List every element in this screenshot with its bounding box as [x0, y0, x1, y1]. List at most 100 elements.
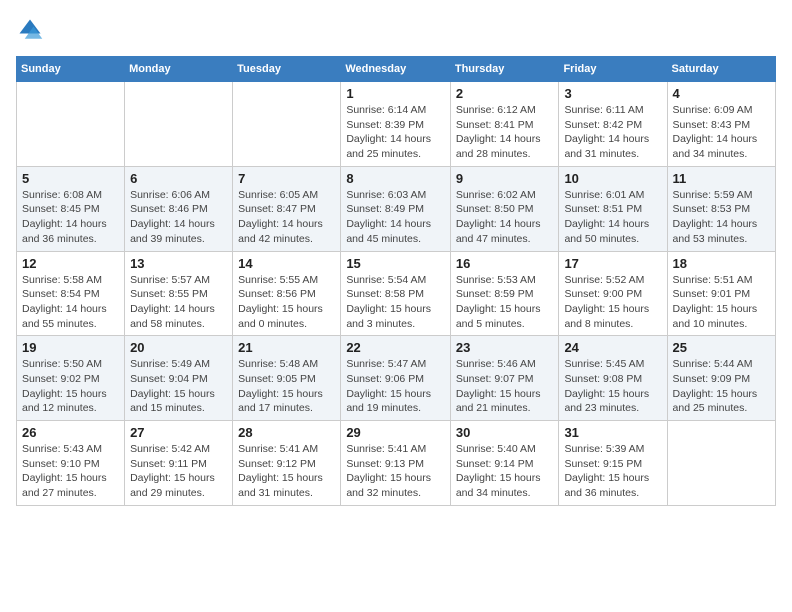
day-detail: Sunrise: 5:43 AMSunset: 9:10 PMDaylight:… — [22, 442, 119, 501]
day-detail: Sunrise: 5:45 AMSunset: 9:08 PMDaylight:… — [564, 357, 661, 416]
day-number: 8 — [346, 171, 445, 186]
day-detail: Sunrise: 5:59 AMSunset: 8:53 PMDaylight:… — [673, 188, 770, 247]
day-detail: Sunrise: 5:44 AMSunset: 9:09 PMDaylight:… — [673, 357, 770, 416]
calendar-cell: 7 Sunrise: 6:05 AMSunset: 8:47 PMDaylight… — [233, 166, 341, 251]
day-detail: Sunrise: 6:12 AMSunset: 8:41 PMDaylight:… — [456, 103, 554, 162]
calendar-cell: 26 Sunrise: 5:43 AMSunset: 9:10 PMDayligh… — [17, 421, 125, 506]
day-number: 31 — [564, 425, 661, 440]
calendar-week-2: 5Sunrise: 6:08 AMSunset: 8:45 PMDaylight… — [17, 166, 776, 251]
day-detail: Sunrise: 6:05 AMSunset: 8:47 PMDaylight:… — [238, 188, 335, 247]
calendar-cell: 17 Sunrise: 5:52 AMSunset: 9:00 PMDayligh… — [559, 251, 667, 336]
day-detail: Sunrise: 5:40 AMSunset: 9:14 PMDaylight:… — [456, 442, 554, 501]
day-detail: Sunrise: 5:39 AMSunset: 9:15 PMDaylight:… — [564, 442, 661, 501]
day-detail: Sunrise: 5:50 AMSunset: 9:02 PMDaylight:… — [22, 357, 119, 416]
calendar-cell: 11 Sunrise: 5:59 AMSunset: 8:53 PMDayligh… — [667, 166, 775, 251]
day-number: 23 — [456, 340, 554, 355]
day-detail: Sunrise: 5:42 AMSunset: 9:11 PMDaylight:… — [130, 442, 227, 501]
day-detail: Sunrise: 6:11 AMSunset: 8:42 PMDaylight:… — [564, 103, 661, 162]
day-number: 16 — [456, 256, 554, 271]
calendar-cell: 22 Sunrise: 5:47 AMSunset: 9:06 PMDayligh… — [341, 336, 451, 421]
day-detail: Sunrise: 5:41 AMSunset: 9:12 PMDaylight:… — [238, 442, 335, 501]
day-detail: Sunrise: 5:53 AMSunset: 8:59 PMDaylight:… — [456, 273, 554, 332]
calendar-cell: 2 Sunrise: 6:12 AMSunset: 8:41 PMDaylight… — [450, 82, 559, 167]
day-number: 25 — [673, 340, 770, 355]
logo — [16, 16, 48, 44]
calendar-cell: 27 Sunrise: 5:42 AMSunset: 9:11 PMDayligh… — [125, 421, 233, 506]
calendar-table: SundayMondayTuesdayWednesdayThursdayFrid… — [16, 56, 776, 506]
calendar-cell: 25 Sunrise: 5:44 AMSunset: 9:09 PMDayligh… — [667, 336, 775, 421]
day-number: 1 — [346, 86, 445, 101]
day-number: 5 — [22, 171, 119, 186]
logo-icon — [16, 16, 44, 44]
day-number: 27 — [130, 425, 227, 440]
day-number: 26 — [22, 425, 119, 440]
day-detail: Sunrise: 6:01 AMSunset: 8:51 PMDaylight:… — [564, 188, 661, 247]
day-number: 14 — [238, 256, 335, 271]
day-number: 7 — [238, 171, 335, 186]
calendar-cell: 3Sunrise: 6:11 AMSunset: 8:42 PMDaylight… — [559, 82, 667, 167]
day-detail: Sunrise: 5:46 AMSunset: 9:07 PMDaylight:… — [456, 357, 554, 416]
column-header-wednesday: Wednesday — [341, 57, 451, 82]
calendar-header-row: SundayMondayTuesdayWednesdayThursdayFrid… — [17, 57, 776, 82]
calendar-cell — [125, 82, 233, 167]
day-number: 30 — [456, 425, 554, 440]
calendar-cell: 23 Sunrise: 5:46 AMSunset: 9:07 PMDayligh… — [450, 336, 559, 421]
calendar-cell: 16 Sunrise: 5:53 AMSunset: 8:59 PMDayligh… — [450, 251, 559, 336]
day-detail: Sunrise: 6:03 AMSunset: 8:49 PMDaylight:… — [346, 188, 445, 247]
calendar-cell — [17, 82, 125, 167]
day-number: 21 — [238, 340, 335, 355]
day-detail: Sunrise: 5:52 AMSunset: 9:00 PMDaylight:… — [564, 273, 661, 332]
day-detail: Sunrise: 5:54 AMSunset: 8:58 PMDaylight:… — [346, 273, 445, 332]
calendar-cell: 14 Sunrise: 5:55 AMSunset: 8:56 PMDayligh… — [233, 251, 341, 336]
calendar-cell — [233, 82, 341, 167]
column-header-tuesday: Tuesday — [233, 57, 341, 82]
day-detail: Sunrise: 5:57 AMSunset: 8:55 PMDaylight:… — [130, 273, 227, 332]
day-detail: Sunrise: 6:09 AMSunset: 8:43 PMDaylight:… — [673, 103, 770, 162]
day-detail: Sunrise: 5:55 AMSunset: 8:56 PMDaylight:… — [238, 273, 335, 332]
column-header-sunday: Sunday — [17, 57, 125, 82]
calendar-week-3: 12 Sunrise: 5:58 AMSunset: 8:54 PMDayligh… — [17, 251, 776, 336]
calendar-cell: 21 Sunrise: 5:48 AMSunset: 9:05 PMDayligh… — [233, 336, 341, 421]
calendar-cell: 1 Sunrise: 6:14 AMSunset: 8:39 PMDaylight… — [341, 82, 451, 167]
calendar-cell: 6Sunrise: 6:06 AMSunset: 8:46 PMDaylight… — [125, 166, 233, 251]
calendar-cell: 4 Sunrise: 6:09 AMSunset: 8:43 PMDaylight… — [667, 82, 775, 167]
day-number: 11 — [673, 171, 770, 186]
day-number: 22 — [346, 340, 445, 355]
day-number: 19 — [22, 340, 119, 355]
day-detail: Sunrise: 5:41 AMSunset: 9:13 PMDaylight:… — [346, 442, 445, 501]
calendar-cell: 28 Sunrise: 5:41 AMSunset: 9:12 PMDayligh… — [233, 421, 341, 506]
day-detail: Sunrise: 5:49 AMSunset: 9:04 PMDaylight:… — [130, 357, 227, 416]
calendar-cell: 5Sunrise: 6:08 AMSunset: 8:45 PMDaylight… — [17, 166, 125, 251]
day-number: 18 — [673, 256, 770, 271]
calendar-cell: 18 Sunrise: 5:51 AMSunset: 9:01 PMDayligh… — [667, 251, 775, 336]
calendar-cell: 30 Sunrise: 5:40 AMSunset: 9:14 PMDayligh… — [450, 421, 559, 506]
day-detail: Sunrise: 5:47 AMSunset: 9:06 PMDaylight:… — [346, 357, 445, 416]
calendar-cell: 31 Sunrise: 5:39 AMSunset: 9:15 PMDayligh… — [559, 421, 667, 506]
calendar-cell: 13 Sunrise: 5:57 AMSunset: 8:55 PMDayligh… — [125, 251, 233, 336]
day-number: 9 — [456, 171, 554, 186]
calendar-cell — [667, 421, 775, 506]
day-number: 17 — [564, 256, 661, 271]
column-header-monday: Monday — [125, 57, 233, 82]
column-header-saturday: Saturday — [667, 57, 775, 82]
calendar-week-4: 19 Sunrise: 5:50 AMSunset: 9:02 PMDayligh… — [17, 336, 776, 421]
day-detail: Sunrise: 5:58 AMSunset: 8:54 PMDaylight:… — [22, 273, 119, 332]
calendar-cell: 19 Sunrise: 5:50 AMSunset: 9:02 PMDayligh… — [17, 336, 125, 421]
day-detail: Sunrise: 6:02 AMSunset: 8:50 PMDaylight:… — [456, 188, 554, 247]
column-header-friday: Friday — [559, 57, 667, 82]
day-number: 24 — [564, 340, 661, 355]
day-number: 4 — [673, 86, 770, 101]
calendar-cell: 9 Sunrise: 6:02 AMSunset: 8:50 PMDaylight… — [450, 166, 559, 251]
day-detail: Sunrise: 5:48 AMSunset: 9:05 PMDaylight:… — [238, 357, 335, 416]
day-detail: Sunrise: 5:51 AMSunset: 9:01 PMDaylight:… — [673, 273, 770, 332]
calendar-cell: 8 Sunrise: 6:03 AMSunset: 8:49 PMDaylight… — [341, 166, 451, 251]
day-number: 12 — [22, 256, 119, 271]
day-detail: Sunrise: 6:06 AMSunset: 8:46 PMDaylight:… — [130, 188, 227, 247]
day-detail: Sunrise: 6:14 AMSunset: 8:39 PMDaylight:… — [346, 103, 445, 162]
calendar-cell: 29Sunrise: 5:41 AMSunset: 9:13 PMDayligh… — [341, 421, 451, 506]
day-number: 13 — [130, 256, 227, 271]
day-number: 28 — [238, 425, 335, 440]
day-number: 2 — [456, 86, 554, 101]
day-number: 20 — [130, 340, 227, 355]
calendar-cell: 24 Sunrise: 5:45 AMSunset: 9:08 PMDayligh… — [559, 336, 667, 421]
